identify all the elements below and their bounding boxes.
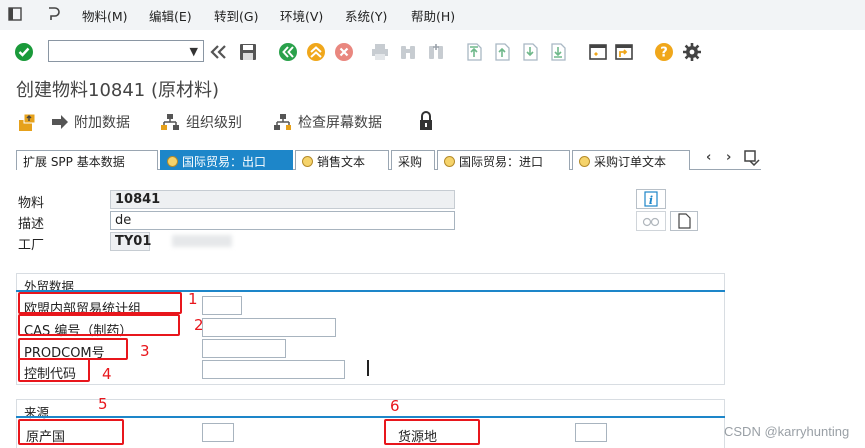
plant-field: TY01	[110, 232, 151, 251]
tab-sales-text[interactable]: 销售文本	[295, 150, 389, 170]
tab-extended-spp[interactable]: 扩展 SPP 基本数据	[16, 150, 158, 170]
enter-icon[interactable]	[14, 42, 34, 62]
display-button[interactable]	[636, 211, 666, 231]
prodcom-field[interactable]	[202, 339, 286, 358]
tab-scroll-left-icon[interactable]: ‹	[706, 150, 711, 165]
back-icon[interactable]	[208, 42, 228, 62]
menu-system[interactable]: 系统(Y)	[345, 6, 387, 25]
command-field[interactable]: ▼	[48, 40, 204, 62]
org-levels-icon	[161, 114, 179, 130]
tab-status-icon	[579, 156, 590, 167]
menu-icon[interactable]	[8, 7, 22, 21]
org-levels-button[interactable]: 组织级别	[186, 112, 242, 132]
tab-status-icon	[167, 156, 178, 167]
group-divider	[16, 416, 725, 418]
info-button[interactable]: i	[636, 189, 666, 209]
annotation-number: 2	[194, 316, 204, 334]
additional-data-button[interactable]: 附加数据	[74, 112, 130, 132]
annotation-box	[18, 338, 128, 360]
control-code-field[interactable]	[202, 360, 345, 379]
cas-field[interactable]	[202, 318, 336, 337]
next-page-icon[interactable]	[520, 42, 540, 62]
find-next-icon[interactable]	[426, 42, 446, 62]
shortcut-icon[interactable]	[614, 42, 634, 62]
menu-material[interactable]: 物料(M)	[82, 6, 128, 25]
menu-goto[interactable]: 转到(G)	[214, 6, 258, 25]
svg-text:?: ?	[660, 46, 668, 61]
save-icon[interactable]	[238, 42, 258, 62]
check-screen-data-icon	[274, 114, 291, 130]
plant-label: 工厂	[18, 238, 45, 253]
tab-scroll-right-icon[interactable]: ›	[726, 150, 731, 165]
tab-foreign-trade-import[interactable]: 国际贸易：进口	[437, 150, 570, 170]
watermark: CSDN @karryhunting	[724, 424, 850, 439]
chevron-down-icon[interactable]: ▼	[190, 45, 198, 58]
region-of-origin-field[interactable]	[575, 423, 607, 442]
material-field: 10841	[110, 190, 455, 209]
tab-purchasing[interactable]: 采购	[391, 150, 435, 170]
annotation-box	[18, 419, 124, 445]
first-page-icon[interactable]	[464, 42, 484, 62]
menu-environment[interactable]: 环境(V)	[280, 6, 323, 25]
annotation-number: 6	[390, 397, 400, 415]
menu-bar: 物料(M) 编辑(E) 转到(G) 环境(V) 系统(Y) 帮助(H)	[0, 0, 865, 30]
other-material-icon[interactable]	[16, 111, 38, 133]
country-of-origin-field[interactable]	[202, 423, 234, 442]
material-label: 物料	[18, 196, 45, 211]
help-icon[interactable]: ?	[654, 42, 674, 62]
tab-po-text[interactable]: 采购订单文本	[572, 150, 690, 170]
menu-edit[interactable]: 编辑(E)	[149, 6, 192, 25]
annotation-number: 4	[102, 365, 112, 383]
customize-icon[interactable]	[46, 6, 62, 22]
annotation-box	[18, 358, 90, 382]
tab-label: 采购	[398, 155, 423, 169]
annotation-box	[18, 314, 180, 336]
prev-page-icon[interactable]	[492, 42, 512, 62]
tab-label: 扩展 SPP 基本数据	[23, 155, 125, 169]
tab-label: 销售文本	[317, 155, 366, 169]
last-page-icon[interactable]	[548, 42, 568, 62]
print-icon[interactable]	[370, 42, 390, 62]
document-icon	[678, 213, 691, 229]
description-label: 描述	[18, 217, 45, 232]
annotation-box	[18, 292, 182, 314]
glasses-icon	[642, 217, 660, 227]
text-cursor	[367, 360, 369, 376]
description-field[interactable]: de	[110, 211, 455, 230]
lock-icon[interactable]	[418, 110, 434, 132]
annotation-number: 1	[188, 290, 198, 308]
page-title: 创建物料10841 (原材料)	[16, 80, 220, 101]
exit-icon[interactable]	[306, 42, 326, 62]
eu-stats-field[interactable]	[202, 296, 242, 315]
settings-icon[interactable]	[682, 42, 702, 62]
tab-foreign-trade-export[interactable]: 国际贸易：出口	[160, 150, 293, 170]
redacted-text	[172, 235, 232, 247]
annotation-box	[384, 419, 480, 445]
find-icon[interactable]	[398, 42, 418, 62]
menu-help[interactable]: 帮助(H)	[411, 6, 455, 25]
tab-status-icon	[302, 156, 313, 167]
svg-text:i: i	[649, 194, 653, 207]
check-screen-data-button[interactable]: 检查屏幕数据	[298, 112, 382, 132]
tab-status-icon	[444, 156, 455, 167]
document-button[interactable]	[670, 211, 698, 231]
tab-list-icon[interactable]	[744, 150, 760, 166]
tab-label: 国际贸易：进口	[459, 155, 544, 169]
annotation-number: 3	[140, 342, 150, 360]
new-session-icon[interactable]	[588, 42, 608, 62]
back-nav-icon[interactable]	[278, 42, 298, 62]
tab-label: 国际贸易：出口	[182, 155, 267, 169]
info-icon: i	[644, 191, 658, 207]
cancel-icon[interactable]	[334, 42, 354, 62]
arrow-right-icon	[52, 115, 68, 129]
annotation-number: 5	[98, 395, 108, 413]
tab-label: 采购订单文本	[594, 155, 667, 169]
